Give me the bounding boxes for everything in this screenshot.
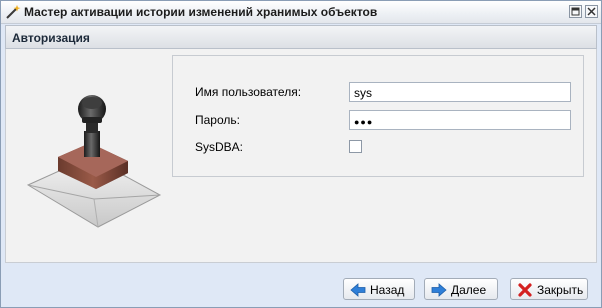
restore-icon <box>571 7 580 16</box>
close-button[interactable]: Закрыть <box>510 278 588 300</box>
username-field[interactable]: sys <box>349 82 571 102</box>
close-button-label: Закрыть <box>537 283 584 297</box>
auth-form: Имя пользователя: sys Пароль: ●●● SysDBA… <box>172 55 584 177</box>
section-header: Авторизация <box>5 25 597 49</box>
arrow-left-icon <box>350 283 366 297</box>
username-label: Имя пользователя: <box>195 85 302 99</box>
wizard-window: Мастер активации истории изменений храни… <box>0 0 602 308</box>
content-area: Имя пользователя: sys Пароль: ●●● SysDBA… <box>5 49 597 263</box>
close-icon <box>587 7 596 16</box>
password-mask: ●●● <box>354 117 374 127</box>
next-button-label: Далее <box>451 283 487 297</box>
password-label: Пароль: <box>195 113 240 127</box>
section-title: Авторизация <box>12 31 90 45</box>
back-button-label: Назад <box>370 283 405 297</box>
password-field[interactable]: ●●● <box>349 110 571 130</box>
window-title: Мастер активации истории изменений храни… <box>24 5 378 19</box>
red-x-icon <box>518 283 532 297</box>
sysdba-label: SysDBA: <box>195 140 244 154</box>
stamp-envelope-icon <box>26 95 162 228</box>
next-button[interactable]: Далее <box>424 278 498 300</box>
close-window-button[interactable] <box>585 5 598 18</box>
title-bar[interactable]: Мастер активации истории изменений храни… <box>1 1 601 24</box>
button-bar: Назад Далее Закрыть <box>1 263 601 307</box>
sysdba-checkbox[interactable] <box>349 140 362 153</box>
wand-icon <box>6 5 21 19</box>
restore-button[interactable] <box>569 5 582 18</box>
back-button[interactable]: Назад <box>343 278 415 300</box>
arrow-right-icon <box>431 283 447 297</box>
